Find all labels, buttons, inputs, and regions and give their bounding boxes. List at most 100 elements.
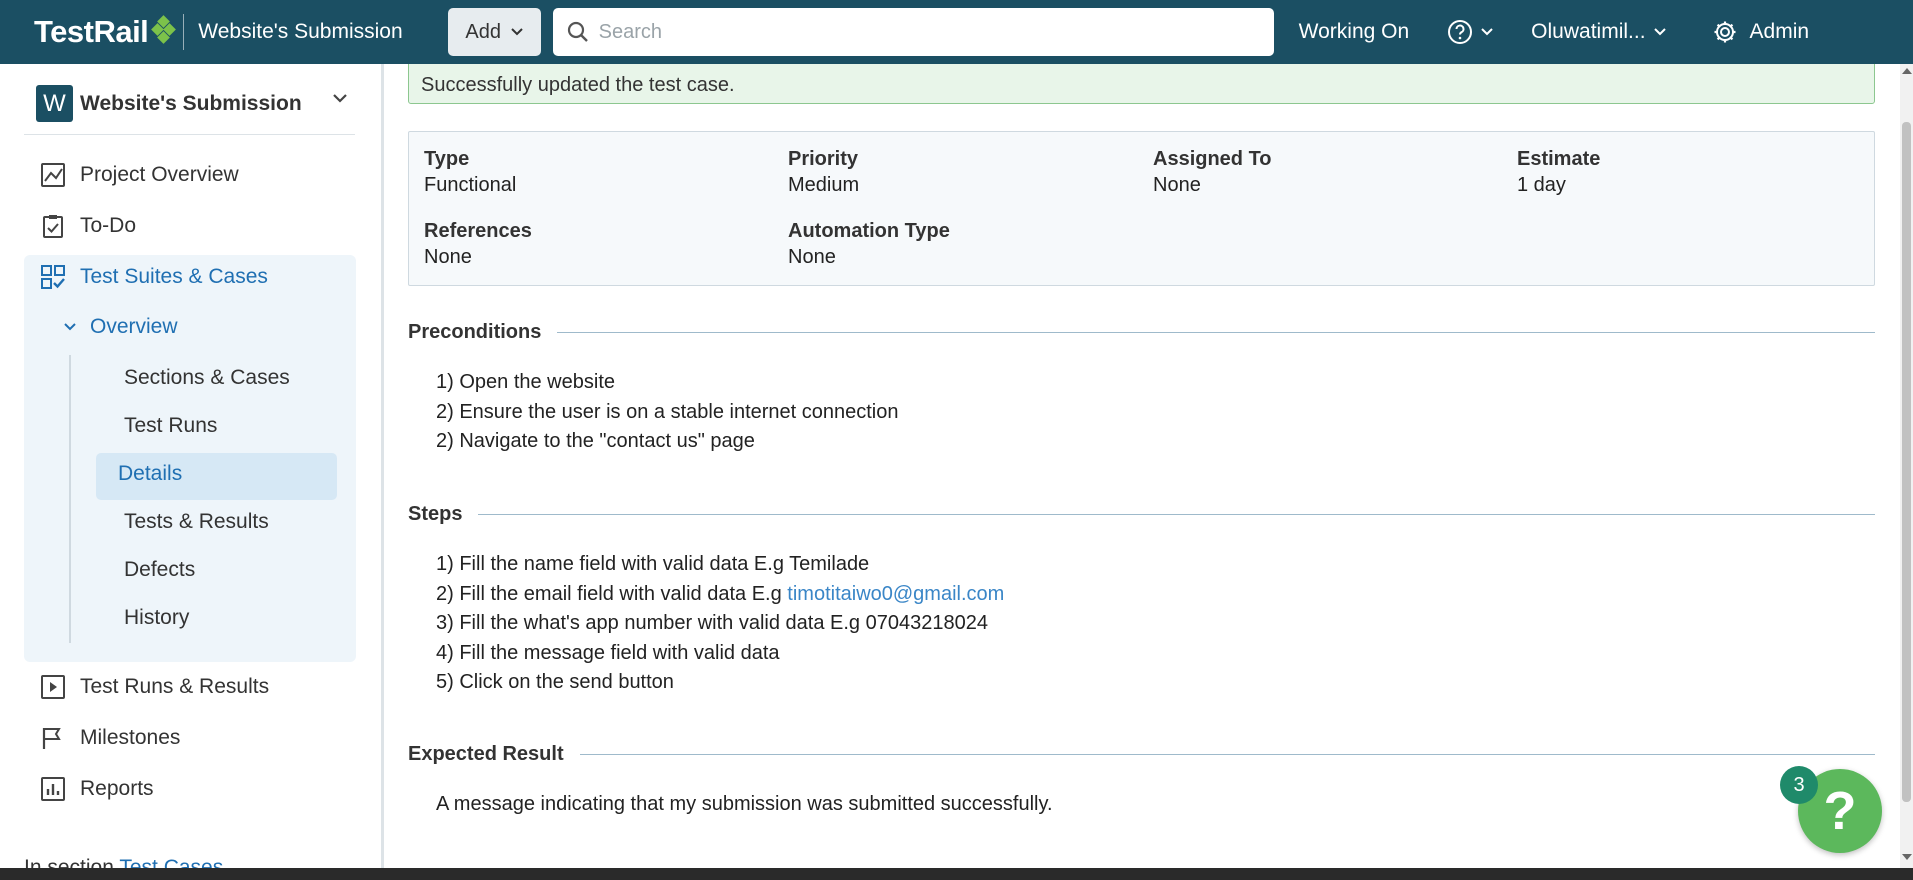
field-automation-type: Automation Type None [788,220,950,269]
preconditions-list: 1) Open the website 2) Ensure the user i… [436,368,899,457]
sidebar-item-milestones[interactable]: Milestones [40,725,180,751]
sidebar-item-label: Test Runs & Results [80,675,270,698]
field-value: Functional [424,174,517,196]
scroll-down-arrow-icon[interactable] [1902,854,1912,860]
page-scrollbar[interactable] [1900,64,1913,868]
top-navigation-bar: TestRail Website's Submission Add Workin… [0,0,1913,64]
search-box[interactable] [552,8,1274,56]
sidebar-item-label: Reports [80,777,154,800]
sidebar-item-test-runs-results[interactable]: Test Runs & Results [40,674,269,700]
steps-header: Steps [408,503,1875,526]
flag-icon [42,728,61,749]
main-content: Successfully updated the test case. Type… [387,64,1900,868]
working-on-label: Working On [1298,20,1410,43]
precondition-line: 2) Ensure the user is on a stable intern… [436,400,899,423]
section-divider [579,754,1875,755]
step-line: 2) Fill the email field with valid data … [436,580,1004,610]
sidebar-item-defects[interactable]: Defects [124,558,195,582]
header-project-title[interactable]: Website's Submission [198,20,402,44]
sidebar-item-overview[interactable]: Overview [64,315,178,339]
field-label: Automation Type [788,220,950,242]
project-name: Website's Submission [80,91,302,115]
sidebar-item-label: Overview [90,315,178,338]
header-divider [183,14,185,50]
success-message: Successfully updated the test case. [421,74,735,96]
test-case-fields: Type Functional Priority Medium Assigned… [408,131,1875,286]
expected-line: A message indicating that my submission … [436,793,1053,815]
chevron-down-icon [1653,28,1666,36]
field-label: References [424,220,532,242]
precondition-line: 1) Open the website [436,371,615,393]
sidebar-item-label: Test Suites & Cases [80,265,268,288]
section-title: Expected Result [408,743,564,765]
sidebar-item-test-suites[interactable]: Test Suites & Cases [40,264,268,290]
play-square-icon [41,675,65,699]
email-link[interactable]: timotitaiwo0@gmail.com [787,583,1004,605]
field-label: Type [424,148,470,170]
precondition-line: 2) Navigate to the "contact us" page [436,430,755,452]
field-value: Medium [788,174,860,196]
sidebar-item-sections-cases[interactable]: Sections & Cases [124,366,290,390]
sidebar-item-label: Milestones [80,726,181,749]
section-divider [557,332,1875,333]
chevron-down-icon [511,28,523,36]
sidebar: W Website's Submission Project Overview … [0,64,384,868]
sidebar-item-reports[interactable]: Reports [40,776,154,802]
scroll-up-arrow-icon[interactable] [1902,68,1912,74]
field-assigned-to: Assigned To None [1153,148,1272,197]
sidebar-item-todo[interactable]: To-Do [40,213,136,239]
sidebar-divider [24,134,355,135]
field-value: None [1153,174,1201,196]
sidebar-item-test-runs[interactable]: Test Runs [124,414,217,438]
chevron-down-icon [1481,28,1493,36]
taskbar-strip [0,868,1913,880]
preconditions-header: Preconditions [408,321,1875,344]
search-icon [567,21,588,42]
help-menu[interactable] [1447,19,1493,45]
section-link[interactable]: Test Cases [119,856,223,868]
sidebar-item-project-overview[interactable]: Project Overview [40,162,239,188]
expected-result-header: Expected Result [408,743,1875,766]
steps-list: 1) Fill the name field with valid data E… [436,550,1004,698]
testrail-logo[interactable]: TestRail [34,0,177,64]
subnav-guide-line [69,355,71,643]
field-priority: Priority Medium [788,148,859,197]
section-divider [478,514,1875,515]
success-alert: Successfully updated the test case. [408,64,1875,104]
step-text: 2) Fill the email field with valid data … [436,582,788,605]
scroll-thumb[interactable] [1902,122,1911,802]
search-input[interactable] [598,20,1239,44]
working-on-menu[interactable]: Working On [1299,20,1410,44]
section-title: Steps [408,503,463,525]
field-references: References None [424,220,532,269]
user-name: Oluwatimil... [1531,20,1646,43]
project-selector[interactable]: W Website's Submission [36,85,356,122]
add-button-label: Add [465,20,501,43]
field-type: Type Functional [424,148,516,197]
field-label: Assigned To [1153,148,1272,170]
section-title: Preconditions [408,321,542,343]
chevron-down-icon [64,323,76,331]
sidebar-item-tests-results[interactable]: Tests & Results [124,510,269,534]
sidebar-item-label: Project Overview [80,163,239,186]
step-line: 1) Fill the name field with valid data E… [436,553,870,575]
field-value: 1 day [1517,174,1566,196]
field-estimate: Estimate 1 day [1517,148,1600,197]
logo-diamonds-icon [151,15,177,49]
step-line: 4) Fill the message field with valid dat… [436,641,780,664]
sidebar-item-history[interactable]: History [124,606,189,630]
project-avatar: W [36,85,73,122]
sidebar-item-details[interactable]: Details [118,462,182,486]
add-button[interactable]: Add [447,8,541,56]
field-label: Estimate [1517,148,1601,170]
admin-label: Admin [1749,20,1810,43]
field-value: None [424,246,472,268]
chart-line-icon [41,163,65,187]
chevron-down-icon [333,94,347,103]
user-menu[interactable]: Oluwatimil... [1531,20,1666,44]
in-section-text: In section Test Cases [24,856,223,868]
question-mark-icon: ? [1823,781,1857,841]
help-circle-icon [1448,20,1473,44]
admin-menu[interactable]: Admin [1712,19,1810,45]
grid-check-icon [41,265,65,289]
